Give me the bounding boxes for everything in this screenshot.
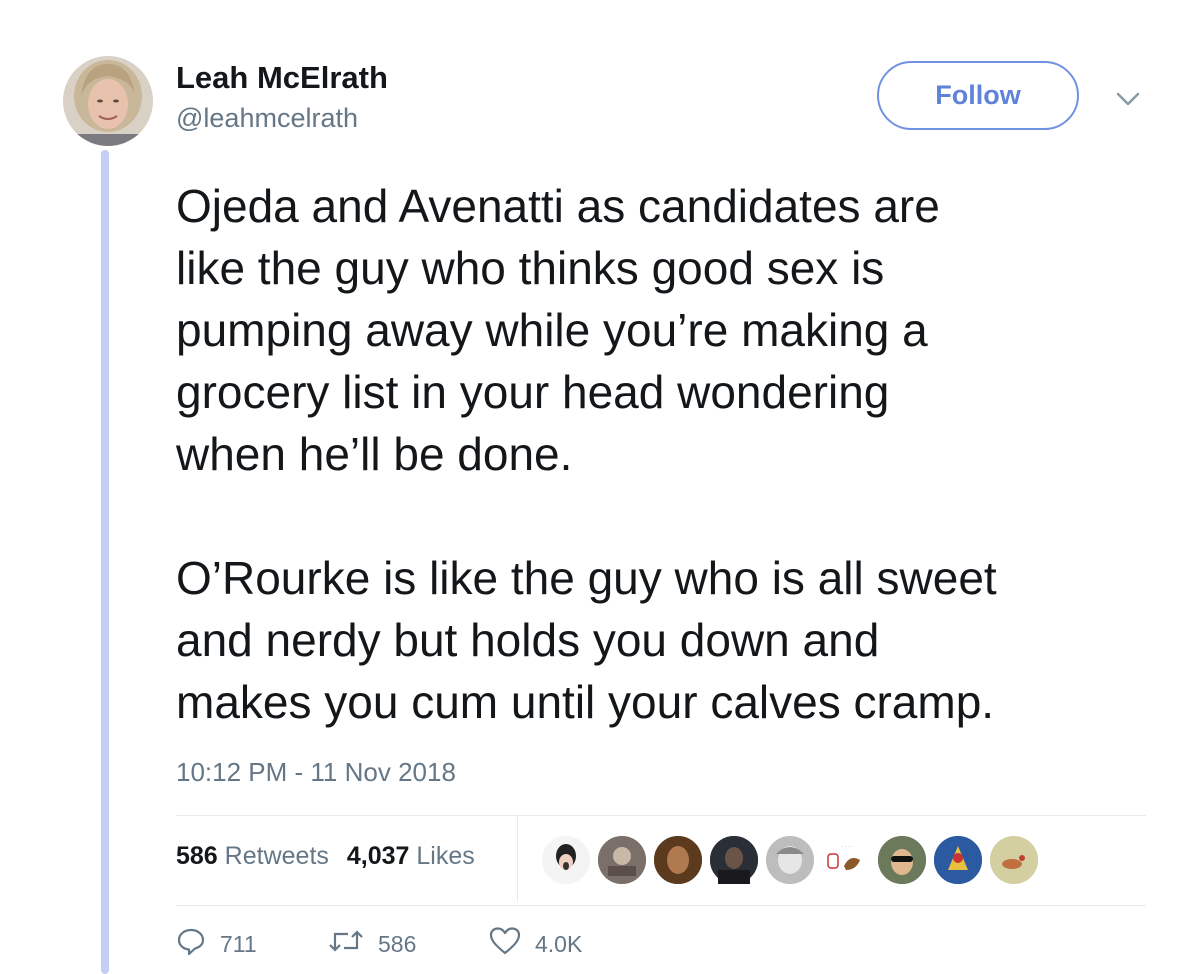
engagement-stats: 586 Retweets 4,037 Likes xyxy=(176,842,475,871)
liker-avatar[interactable] xyxy=(596,834,648,886)
retweet-action[interactable]: 586 xyxy=(328,926,416,962)
avatar-image xyxy=(63,56,153,146)
thread-connector-line xyxy=(101,150,109,974)
user-display-name[interactable]: Leah McElrath xyxy=(176,60,388,96)
divider xyxy=(176,815,1146,816)
liker-avatar[interactable] xyxy=(932,834,984,886)
liker-avatar[interactable] xyxy=(764,834,816,886)
likes-stat[interactable]: 4,037 Likes xyxy=(347,842,475,871)
reply-count: 711 xyxy=(220,930,257,957)
liker-avatar[interactable] xyxy=(988,834,1040,886)
stats-separator xyxy=(517,816,518,902)
liker-avatar[interactable] xyxy=(876,834,928,886)
tweet-timestamp[interactable]: 10:12 PM - 11 Nov 2018 xyxy=(176,757,456,788)
likes-label: Likes xyxy=(416,842,475,870)
like-count: 4.0K xyxy=(535,930,583,957)
retweet-count: 586 xyxy=(378,930,417,957)
follow-button[interactable]: Follow xyxy=(877,61,1079,130)
tweet-paragraph: Ojeda and Avenatti as candidates are lik… xyxy=(176,180,940,480)
tweet-paragraph: O’Rourke is like the guy who is all swee… xyxy=(176,552,997,728)
chevron-down-icon[interactable] xyxy=(1113,88,1143,110)
retweets-stat[interactable]: 586 Retweets xyxy=(176,842,329,871)
retweet-icon xyxy=(328,926,364,962)
liker-avatar[interactable] xyxy=(540,834,592,886)
like-action[interactable]: 4.0K xyxy=(489,926,582,962)
likes-count: 4,037 xyxy=(346,842,410,870)
retweets-count: 586 xyxy=(176,842,218,870)
tweet-text: Ojeda and Avenatti as candidates are lik… xyxy=(176,175,1176,733)
reply-action[interactable]: 711 xyxy=(176,926,257,962)
liker-avatar[interactable] xyxy=(652,834,704,886)
heart-icon xyxy=(489,926,521,962)
user-handle[interactable]: @leahmcelrath xyxy=(176,103,358,134)
liker-avatar[interactable]: · · · · xyxy=(820,834,872,886)
reply-icon xyxy=(176,926,206,962)
svg-text:· · · ·: · · · · xyxy=(842,844,854,850)
divider xyxy=(176,905,1146,906)
avatar[interactable] xyxy=(63,56,153,146)
liker-avatar[interactable] xyxy=(708,834,760,886)
retweets-label: Retweets xyxy=(224,842,329,870)
